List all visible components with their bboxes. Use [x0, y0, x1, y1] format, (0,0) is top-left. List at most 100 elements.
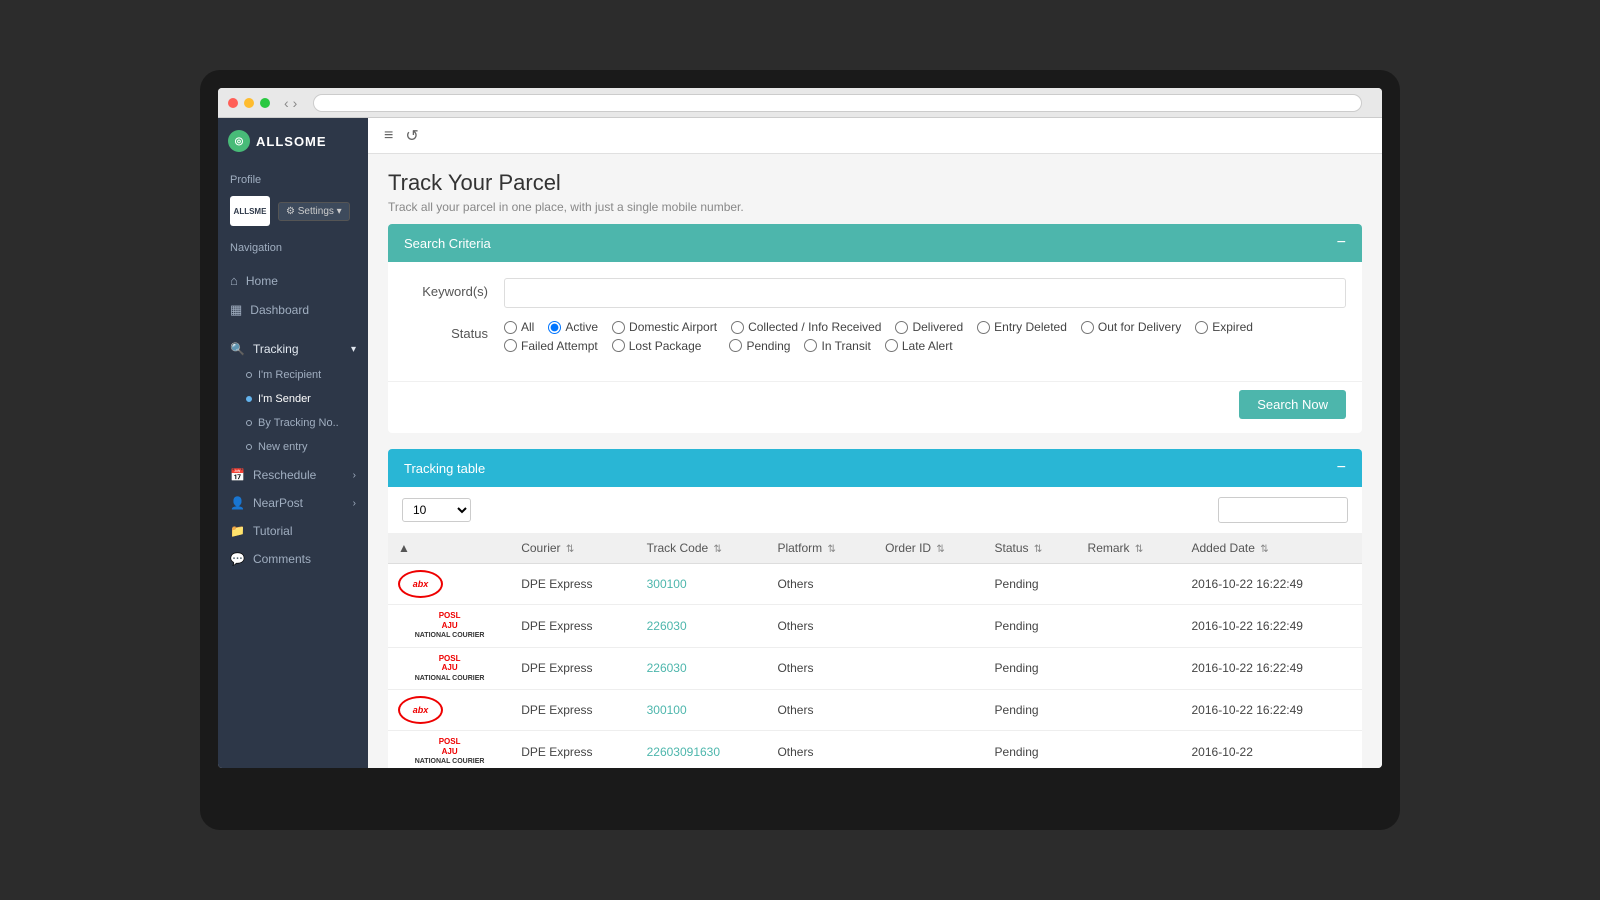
- keyword-input[interactable]: [504, 278, 1346, 308]
- track-code-link[interactable]: 300100: [647, 703, 687, 717]
- settings-button[interactable]: ⚙ Settings ▾: [278, 202, 350, 221]
- sidebar-item-im-sender[interactable]: I'm Sender: [218, 387, 368, 411]
- sidebar-item-new-entry[interactable]: New entry: [218, 435, 368, 459]
- track-code-link[interactable]: 300100: [647, 577, 687, 591]
- browser-maximize-btn[interactable]: [260, 98, 270, 108]
- status-option-failed-attempt[interactable]: Failed Attempt: [504, 339, 598, 353]
- sidebar-item-reschedule[interactable]: 📅 Reschedule ›: [218, 461, 368, 489]
- sidebar-item-home[interactable]: ⌂ Home: [218, 266, 368, 295]
- search-criteria-box: Search Criteria − Keyword(s) Status: [388, 224, 1362, 433]
- search-criteria-collapse-btn[interactable]: −: [1337, 234, 1346, 252]
- sidebar-item-tutorial[interactable]: 📁 Tutorial: [218, 517, 368, 545]
- courier-logo-cell: abx: [388, 690, 511, 731]
- platform: Others: [767, 690, 875, 731]
- app-container: ◎ ALLSOME Profile ALLSME ⚙ Settings ▾ Na…: [218, 118, 1382, 768]
- menu-icon[interactable]: ≡: [384, 127, 393, 145]
- status-option-out-for-delivery[interactable]: Out for Delivery: [1081, 320, 1181, 334]
- platform: Others: [767, 731, 875, 768]
- sidebar-item-im-recipient[interactable]: I'm Recipient: [218, 363, 368, 387]
- status-radio-active[interactable]: [548, 321, 561, 334]
- status-option-active[interactable]: Active: [548, 320, 598, 334]
- status-option-expired[interactable]: Expired: [1195, 320, 1253, 334]
- per-page-select[interactable]: 10 25 50 100: [402, 498, 471, 522]
- tracking-header[interactable]: 🔍 Tracking ▾: [218, 335, 368, 363]
- status-radio-failed-attempt[interactable]: [504, 339, 517, 352]
- status-option-pending[interactable]: Pending: [729, 339, 790, 353]
- status-option-in-transit[interactable]: In Transit: [804, 339, 870, 353]
- col-status[interactable]: Status ⇅: [985, 533, 1078, 564]
- platform: Others: [767, 605, 875, 648]
- reschedule-chevron: ›: [353, 470, 356, 481]
- sidebar-item-dashboard[interactable]: ▦ Dashboard: [218, 295, 368, 325]
- status-radio-expired[interactable]: [1195, 321, 1208, 334]
- status-radio-in-transit[interactable]: [804, 339, 817, 352]
- status: Pending: [985, 564, 1078, 605]
- avatar-area: ALLSME ⚙ Settings ▾: [218, 190, 368, 232]
- search-btn-row: Search Now: [388, 381, 1362, 433]
- status-radio-late-alert[interactable]: [885, 339, 898, 352]
- table-row: POSLAJUNATIONAL COURIERDPE Express226030…: [388, 605, 1362, 648]
- status-radio-out-for-delivery[interactable]: [1081, 321, 1094, 334]
- recipient-dot: [246, 372, 252, 378]
- track-code[interactable]: 226030: [637, 647, 768, 690]
- tracking-table-collapse-btn[interactable]: −: [1337, 459, 1346, 477]
- remark: [1078, 605, 1182, 648]
- col-remark[interactable]: Remark ⇅: [1078, 533, 1182, 564]
- status-option-delivered[interactable]: Delivered: [895, 320, 963, 334]
- content-area: Search Criteria − Keyword(s) Status: [368, 224, 1382, 768]
- col-track-code[interactable]: Track Code ⇅: [637, 533, 768, 564]
- browser-address-bar[interactable]: [313, 94, 1362, 112]
- status-radio-entry-deleted[interactable]: [977, 321, 990, 334]
- tracking-label: Tracking: [253, 342, 299, 356]
- browser-close-btn[interactable]: [228, 98, 238, 108]
- logo-text: ALLSOME: [256, 134, 327, 149]
- track-code-link[interactable]: 226030: [647, 619, 687, 633]
- col-courier[interactable]: Courier ⇅: [511, 533, 636, 564]
- col-order-id[interactable]: Order ID ⇅: [875, 533, 984, 564]
- track-code-link[interactable]: 22603091630: [647, 745, 720, 759]
- status-radio-delivered[interactable]: [895, 321, 908, 334]
- col-platform[interactable]: Platform ⇅: [767, 533, 875, 564]
- remark: [1078, 647, 1182, 690]
- browser-back-btn[interactable]: ‹: [284, 95, 289, 111]
- status-option-all[interactable]: All: [504, 320, 534, 334]
- browser-forward-btn[interactable]: ›: [293, 95, 298, 111]
- main-content: ≡ ↺ Track Your Parcel Track all your par…: [368, 118, 1382, 768]
- status-radio-pending[interactable]: [729, 339, 742, 352]
- status-option-lost-package[interactable]: Lost Package: [612, 339, 702, 353]
- col-added-date[interactable]: Added Date ⇅: [1182, 533, 1363, 564]
- sidebar-item-by-tracking-no[interactable]: By Tracking No..: [218, 411, 368, 435]
- status-option-late-alert[interactable]: Late Alert: [885, 339, 953, 353]
- sidebar-item-comments[interactable]: 💬 Comments: [218, 545, 368, 573]
- status-radio-collected[interactable]: [731, 321, 744, 334]
- sidebar-item-nearpost[interactable]: 👤 NearPost ›: [218, 489, 368, 517]
- status-options: All Active Domestic Airport: [504, 320, 1346, 353]
- status: Pending: [985, 731, 1078, 768]
- status-option-collected[interactable]: Collected / Info Received: [731, 320, 881, 334]
- status-radio-lost-package[interactable]: [612, 339, 625, 352]
- track-code[interactable]: 300100: [637, 564, 768, 605]
- new-entry-dot: [246, 444, 252, 450]
- track-code[interactable]: 22603091630: [637, 731, 768, 768]
- courier-logo-cell: POSLAJUNATIONAL COURIER: [388, 647, 511, 690]
- browser-minimize-btn[interactable]: [244, 98, 254, 108]
- search-now-button[interactable]: Search Now: [1239, 390, 1346, 419]
- table-controls: 10 25 50 100: [388, 487, 1362, 533]
- col-sort[interactable]: ▲: [388, 533, 511, 564]
- page-subtitle: Track all your parcel in one place, with…: [388, 200, 1362, 214]
- poslaju-logo: POSLAJUNATIONAL COURIER: [398, 611, 501, 641]
- reschedule-icon: 📅: [230, 468, 245, 482]
- status-option-entry-deleted[interactable]: Entry Deleted: [977, 320, 1067, 334]
- courier-logo-cell: POSLAJUNATIONAL COURIER: [388, 731, 511, 768]
- history-icon[interactable]: ↺: [405, 126, 418, 146]
- track-code-link[interactable]: 226030: [647, 661, 687, 675]
- status-radio-domestic-airport[interactable]: [612, 321, 625, 334]
- search-criteria-title: Search Criteria: [404, 236, 491, 251]
- logo-icon: ◎: [228, 130, 250, 152]
- table-search-input[interactable]: [1218, 497, 1348, 523]
- track-code[interactable]: 226030: [637, 605, 768, 648]
- track-code[interactable]: 300100: [637, 690, 768, 731]
- added-date: 2016-10-22 16:22:49: [1182, 647, 1363, 690]
- status-option-domestic-airport[interactable]: Domestic Airport: [612, 320, 717, 334]
- status-radio-all[interactable]: [504, 321, 517, 334]
